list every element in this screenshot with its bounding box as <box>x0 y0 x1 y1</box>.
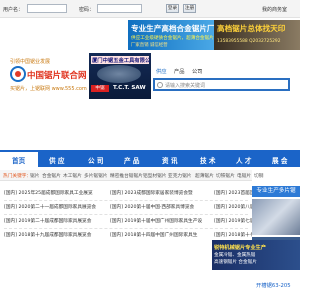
banner-tianyin[interactable]: 高档锯片总体找天印 13583955588 Q2032725292 <box>214 20 300 50</box>
password-label: 密码： <box>79 7 95 13</box>
nav-product[interactable]: 产 品 <box>124 155 139 165</box>
news-item[interactable]: [国内] 2019第七届中国· <box>214 218 252 224</box>
my-business-link[interactable]: 我的商务室 <box>262 6 287 13</box>
password-input[interactable] <box>97 4 142 13</box>
search-tab-product[interactable]: 产品 <box>174 67 185 75</box>
keyword-link[interactable]: 多片锯锯片 <box>84 173 107 179</box>
news-item[interactable]: [国内] 2023首届国际家具 <box>214 190 252 196</box>
banner-alloy-saw[interactable]: 专业生产高档合金锯片厂家 供应工业级硬质合金锯片，超薄合金锯片 厂家直销 诚信经… <box>128 20 214 50</box>
side-bottom-link[interactable]: 开槽锯63-205 <box>256 281 291 289</box>
main-nav <box>0 150 300 167</box>
nav-company[interactable]: 公 司 <box>88 155 103 165</box>
side-ad-head[interactable]: 专业生产多片锯 <box>252 186 300 197</box>
logo-url: 买锯片，上锯联网 www.555.com <box>10 86 87 92</box>
news-item[interactable]: [国内] 2019第十届中国广州国际家具生产设 <box>110 218 202 224</box>
news-item[interactable]: [国内] 2018第十七届中国 <box>214 232 252 238</box>
banner-left-subtitle: 供应工业级硬质合金锯片，超薄合金锯片 <box>131 36 214 41</box>
bottom-ad-title: 锐特机械锯片专业生产 <box>214 245 266 251</box>
username-input[interactable] <box>27 4 67 13</box>
search-placeholder: 请输入搜索关键词 <box>165 83 206 89</box>
banner-right-phone: 13583955588 Q2032725292 <box>217 39 281 44</box>
saw-blade-icon <box>97 65 141 83</box>
side-ad-image[interactable] <box>252 199 300 235</box>
nav-home-label[interactable]: 首页 <box>12 155 25 165</box>
nav-tech[interactable]: 技 术 <box>200 155 215 165</box>
news-item[interactable]: [国内] 2019第二十届成都国际家具展览会 <box>4 218 91 224</box>
keyword-link[interactable]: 切铁锯片 <box>216 173 235 179</box>
saw-ad-badge: 中锯 <box>91 85 109 92</box>
keyword-link[interactable]: 木工锯片 <box>63 173 82 179</box>
search-icon <box>157 82 163 88</box>
keyword-link[interactable]: 超薄锯片 <box>195 173 214 179</box>
saw-ad-title: 厦门中锯五金工具有限公司 <box>92 58 151 64</box>
banner-right-title: 高档锯片总体找天印 <box>217 24 286 33</box>
news-item[interactable]: [国内] 2025年25届成都国际家具工业展览 <box>4 190 93 196</box>
divider <box>4 214 248 215</box>
news-item[interactable]: [国内] 2023成都国际家居家装博览会暨 <box>110 190 193 196</box>
news-item[interactable]: [国内] 2018第十九届成都国际家具展览会 <box>4 232 91 238</box>
register-button[interactable]: 注册 <box>183 4 196 13</box>
logo-slogan: 引领中国锯业发展 <box>10 59 51 65</box>
bottom-ad-line: 高速钢锯片 合金锯片 <box>214 260 257 265</box>
divider <box>4 200 248 201</box>
login-button[interactable]: 登录 <box>166 4 179 13</box>
search-tab-company[interactable]: 公司 <box>192 67 203 75</box>
nav-supply[interactable]: 供 应 <box>49 155 64 165</box>
news-item[interactable]: [国内] 2020第十届中国·西部家具博览会 <box>110 204 194 210</box>
nav-talent[interactable]: 人 才 <box>236 155 251 165</box>
logo-mark-icon <box>10 66 26 82</box>
keyword-link[interactable]: 铝型材锯片 <box>143 173 166 179</box>
news-item[interactable]: [国内] 2018第十四届中国广州国际家具生 <box>110 232 197 238</box>
keyword-link[interactable]: 合金锯片 <box>42 173 61 179</box>
nav-news[interactable]: 资 讯 <box>162 155 177 165</box>
keyword-link[interactable]: 电锯片 <box>237 173 251 179</box>
keyword-link[interactable]: 切钢 <box>254 173 263 179</box>
nav-expo[interactable]: 展 会 <box>272 155 287 165</box>
divider <box>4 228 248 229</box>
keyword-link[interactable]: 精密推台锯锯片 <box>110 173 143 179</box>
banner-left-title: 专业生产高档合金锯片厂家 <box>131 24 214 33</box>
banner-left-line: 厂家直销 诚信经营 <box>131 43 168 48</box>
bottom-ad-line: 金属冷锯、金属热锯 <box>214 253 256 258</box>
news-item[interactable]: [国内] 2020第八届中国· <box>214 204 252 210</box>
hot-keywords-label: 热门关键字： <box>3 174 32 179</box>
keyword-link[interactable]: 亚克力锯片 <box>168 173 191 179</box>
saw-ad-brand: T.C.T. SAW <box>113 85 146 91</box>
search-tab-supply[interactable]: 供应 <box>156 67 167 75</box>
news-item[interactable]: [国内] 2020第二十一届成都国际家具展览会 <box>4 204 96 210</box>
keyword-link[interactable]: 锯片 <box>30 173 39 179</box>
saw-ad-banner[interactable]: 厦门中锯五金工具有限公司 中锯 T.C.T. SAW <box>89 53 151 99</box>
logo-name: 中国锯片联合网 <box>27 71 87 81</box>
username-label: 用户名： <box>3 7 24 13</box>
